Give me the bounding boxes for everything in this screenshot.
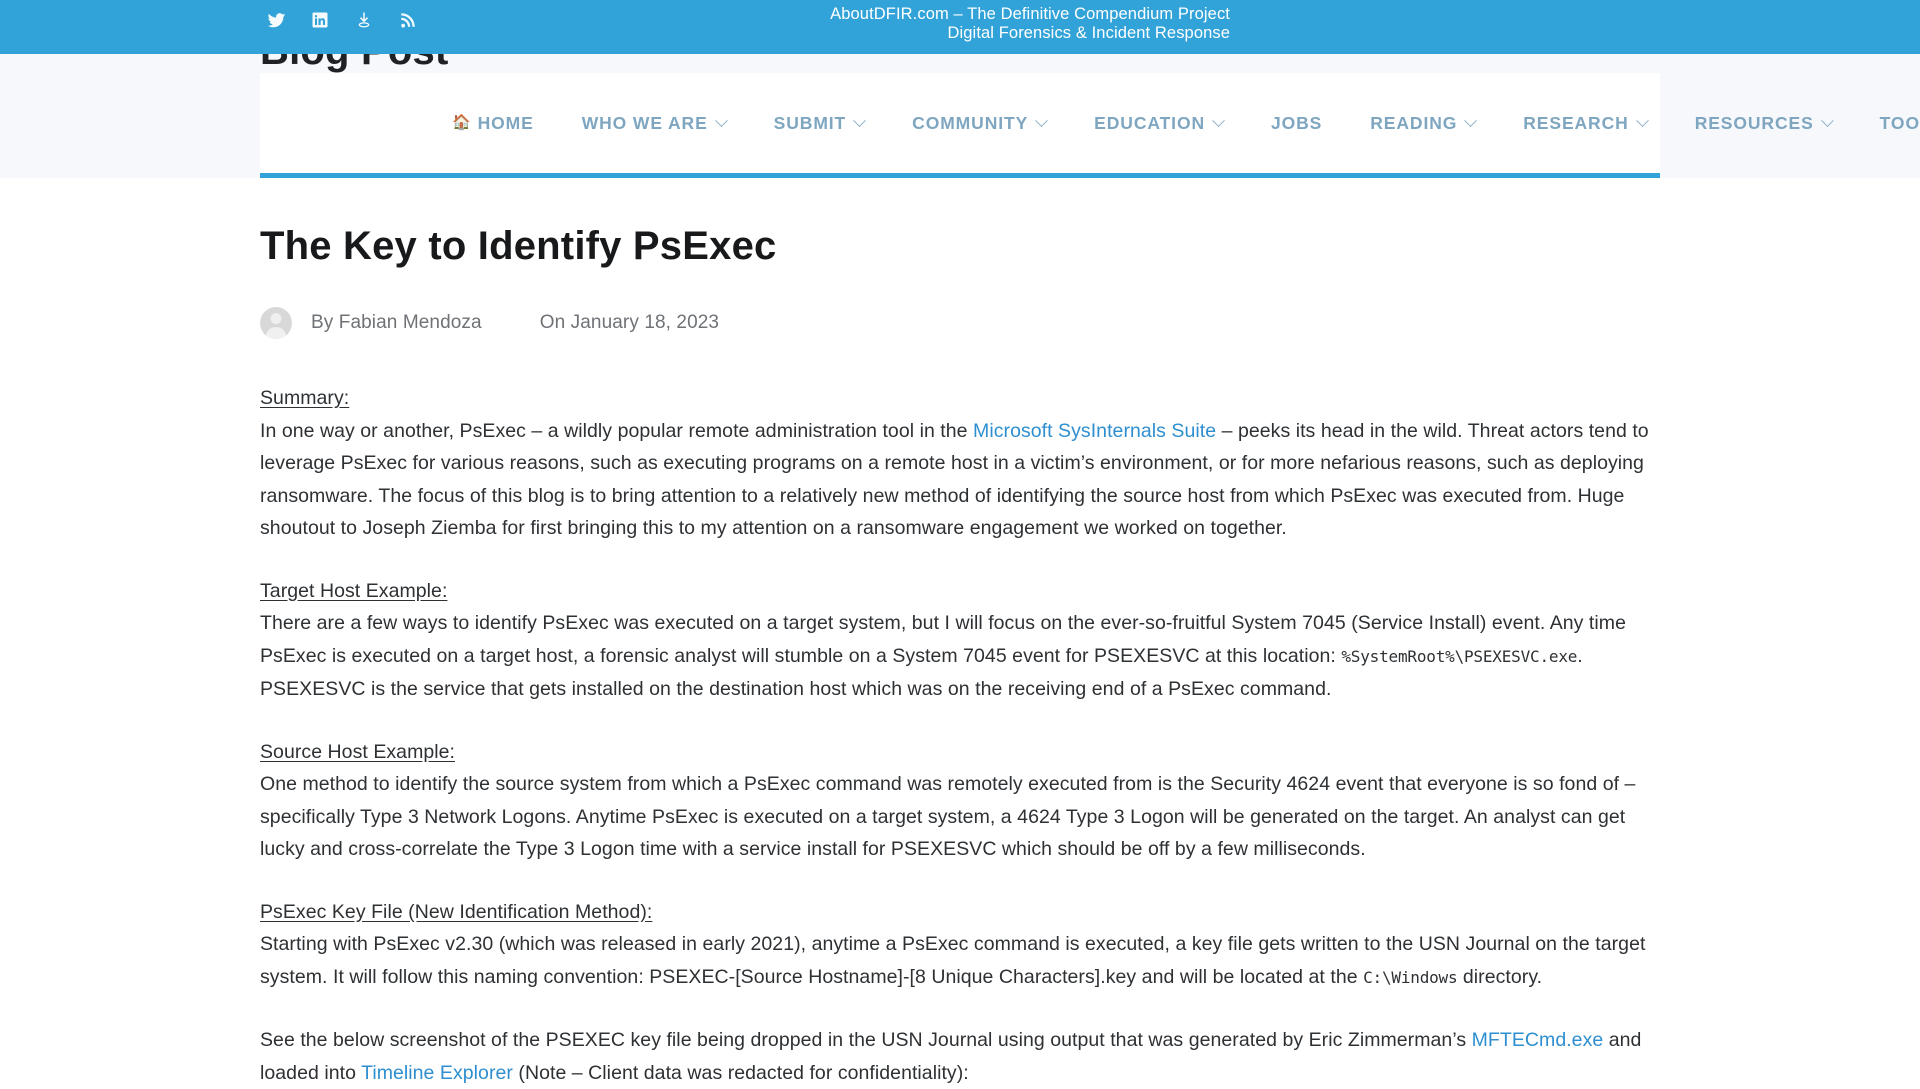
nav-item-label: RESOURCES: [1694, 112, 1814, 133]
paragraph-source-host: One method to identify the source system…: [260, 773, 1636, 860]
link-mftecmd-exe[interactable]: MFTECmd.exe: [1472, 1029, 1604, 1051]
nav-item-jobs[interactable]: JOBS: [1247, 73, 1346, 173]
paragraph-screenshot-intro: See the below screenshot of the PSEXEC k…: [260, 1024, 1660, 1089]
site-tagline: Digital Forensics & Incident Response: [947, 24, 1230, 42]
nav-item-label: SUBMIT: [773, 112, 847, 133]
primary-navigation-bar: 🏠 HOME WHO WE ARE SUBMIT COMMUNITY EDUCA…: [260, 73, 1920, 178]
nav-item-education[interactable]: EDUCATION: [1070, 73, 1247, 173]
post-body: Summary: In one way or another, PsExec –…: [260, 382, 1660, 1089]
nav-item-home[interactable]: 🏠 HOME: [428, 73, 558, 173]
nav-item-label: COMMUNITY: [912, 112, 1029, 133]
nav-item-submit[interactable]: SUBMIT: [750, 73, 888, 173]
blog-post-article: The Key to Identify PsExec By Fabian Men…: [0, 178, 1920, 1089]
post-title: The Key to Identify PsExec: [260, 224, 777, 268]
top-utility-bar: AboutDFIR.com – The Definitive Compendiu…: [0, 0, 1920, 54]
date-prefix: On: [539, 312, 566, 333]
screenshot-text-a: See the below screenshot of the PSEXEC k…: [260, 1029, 1472, 1051]
site-identity: AboutDFIR.com – The Definitive Compendiu…: [670, 5, 1230, 43]
chevron-down-icon: [1820, 113, 1834, 127]
linkedin-icon[interactable]: [309, 9, 331, 31]
section-heading-target-host: Target Host Example:: [260, 579, 448, 602]
section-heading-summary: Summary:: [260, 387, 350, 409]
section-heading-source-host: Source Host Example:: [260, 740, 455, 763]
rss-icon[interactable]: [397, 9, 419, 31]
avatar: [260, 307, 292, 339]
author-name: Fabian Mendoza: [338, 312, 482, 333]
paragraph-psexec-key-file: Starting with PsExec v2.30 (which was re…: [260, 928, 1660, 994]
download-icon[interactable]: [353, 9, 375, 31]
chevron-down-icon: [1212, 113, 1225, 127]
nav-item-resources[interactable]: RESOURCES: [1671, 73, 1856, 173]
paragraph-target-host: There are a few ways to identify PsExec …: [260, 607, 1660, 706]
inline-code-c-windows: C:\Windows: [1363, 967, 1458, 987]
nav-item-label: TOOLS & ARTIFACTS: [1879, 112, 1920, 133]
post-meta: By Fabian Mendoza On January 18, 2023: [260, 306, 1660, 340]
nav-item-reading[interactable]: READING: [1346, 73, 1499, 173]
nav-item-tools-and-artifacts[interactable]: TOOLS & ARTIFACTS: [1856, 73, 1920, 173]
chevron-down-icon: [714, 113, 728, 127]
nav-item-label: RESEARCH: [1523, 112, 1629, 133]
link-microsoft-sysinternals-suite[interactable]: Microsoft SysInternals Suite: [973, 420, 1216, 442]
nav-item-label: JOBS: [1271, 112, 1323, 133]
screenshot-text-c: (Note – Client data was redacted for con…: [518, 1061, 969, 1084]
date-value: January 18, 2023: [570, 312, 720, 333]
nav-item-label: WHO WE ARE: [581, 112, 708, 133]
post-date: On January 18, 2023: [540, 312, 719, 334]
chevron-down-icon: [1635, 113, 1649, 127]
social-links: [265, 5, 419, 35]
nav-item-research[interactable]: RESEARCH: [1499, 73, 1670, 173]
summary-text-a: In one way or another, PsExec – a wildly…: [260, 419, 974, 442]
site-title: AboutDFIR.com – The Definitive Compendiu…: [830, 5, 1230, 23]
home-icon: 🏠: [452, 113, 472, 131]
section-heading-psexec-key-file: PsExec Key File (New Identification Meth…: [260, 900, 653, 923]
nav-item-label: HOME: [477, 112, 534, 133]
twitter-icon[interactable]: [265, 9, 287, 31]
chevron-down-icon: [853, 113, 867, 127]
nav-item-community[interactable]: COMMUNITY: [888, 73, 1070, 173]
nav-item-who-we-are[interactable]: WHO WE ARE: [558, 73, 750, 173]
keyfile-text-b: directory.: [1457, 965, 1543, 988]
nav-item-label: READING: [1370, 112, 1458, 133]
post-author: By Fabian Mendoza: [311, 312, 482, 334]
primary-nav: 🏠 HOME WHO WE ARE SUBMIT COMMUNITY EDUCA…: [428, 73, 1920, 173]
nav-item-label: EDUCATION: [1094, 112, 1205, 133]
author-prefix: By: [311, 312, 334, 333]
chevron-down-icon: [1035, 113, 1049, 127]
inline-code-psexesvc-path: %SystemRoot%\PSEXESVC.exe: [1341, 646, 1578, 666]
paragraph-summary: In one way or another, PsExec – a wildly…: [260, 415, 1660, 545]
chevron-down-icon: [1464, 113, 1478, 127]
link-timeline-explorer[interactable]: Timeline Explorer: [361, 1062, 513, 1084]
